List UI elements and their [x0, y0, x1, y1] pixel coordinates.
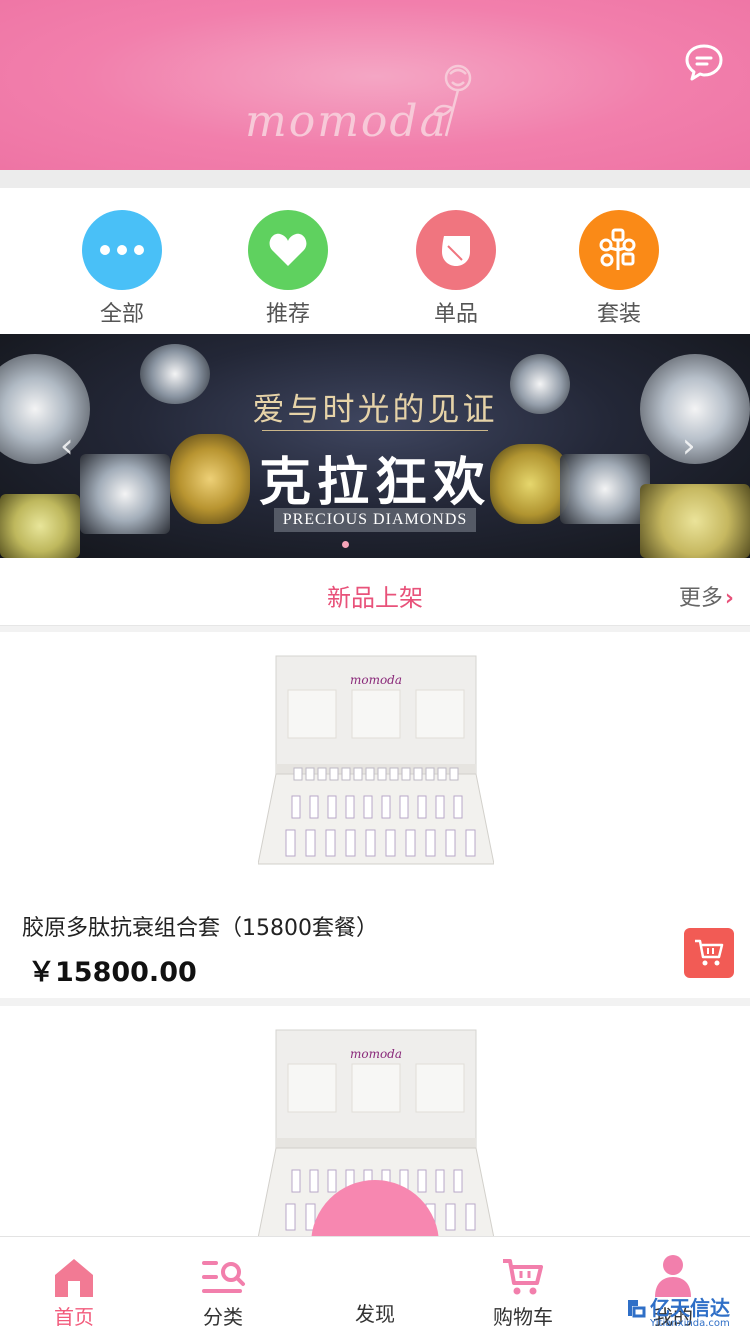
more-label: 更多 — [678, 586, 723, 611]
watermark-logo-icon — [628, 1300, 646, 1318]
chevron-left-icon[interactable]: ‹ — [60, 426, 74, 466]
chevron-right-icon: › — [724, 586, 734, 611]
banner-headline: 克拉狂欢 — [258, 452, 491, 513]
banner-title: 爱与时光的见证 — [252, 390, 498, 428]
section-title: 新品上架 — [327, 584, 423, 612]
cart-icon — [695, 939, 724, 966]
category-label: 推荐 — [265, 302, 310, 327]
category-recommend[interactable]: 推荐 — [243, 210, 333, 328]
promo-banner[interactable]: 爱与时光的见证 克拉狂欢 PRECIOUS DIAMONDS ‹ › — [0, 334, 750, 558]
heart-icon — [248, 210, 328, 290]
product-logo: momoda — [350, 673, 402, 687]
watermark-text: 亿天信达 — [650, 1296, 730, 1320]
product-name[interactable]: 胶原多肽抗衰组合套（15800套餐） — [22, 910, 378, 942]
tab-cart[interactable]: 购物车 — [468, 1247, 578, 1330]
product-card[interactable]: momoda 胶原多肽抗衰组合套（15800套餐） ￥15800.00 — [0, 632, 750, 998]
leaf-icon — [416, 210, 496, 290]
product-logo: momoda — [350, 1047, 402, 1061]
user-icon — [655, 1255, 691, 1297]
watermark-url: Yitianxinda.com — [650, 1318, 730, 1329]
category-bundle[interactable]: 套装 — [574, 210, 664, 328]
category-all[interactable]: 全部 — [77, 210, 167, 328]
category-label: 套装 — [596, 302, 641, 327]
category-nav: 全部 推荐 单品 套装 — [0, 188, 750, 334]
category-single[interactable]: 单品 — [411, 210, 501, 328]
cart-icon — [503, 1259, 543, 1295]
tab-category[interactable]: 分类 — [168, 1247, 278, 1330]
tab-label: 购物车 — [493, 1305, 553, 1329]
search-icon — [352, 1245, 398, 1291]
more-dots-icon — [82, 210, 162, 290]
category-list-icon — [202, 1261, 245, 1293]
chevron-right-icon[interactable]: › — [682, 426, 696, 466]
new-arrivals-header: 新品上架 更多› — [0, 558, 750, 626]
carousel-indicator — [342, 541, 349, 548]
more-link[interactable]: 更多› — [679, 580, 734, 612]
header-banner: momoda — [0, 0, 750, 170]
site-watermark: 亿天信达 Yitianxinda.com — [624, 1292, 750, 1334]
tab-label: 首页 — [54, 1305, 94, 1329]
product-image[interactable]: momoda — [258, 654, 494, 870]
chat-bubble-icon[interactable] — [684, 42, 724, 82]
category-label: 全部 — [99, 302, 144, 327]
divider — [0, 170, 750, 188]
product-price: ￥15800.00 — [28, 957, 197, 988]
home-icon — [55, 1259, 93, 1297]
category-label: 单品 — [433, 302, 478, 327]
tab-home[interactable]: 首页 — [19, 1247, 129, 1330]
divider — [262, 430, 488, 431]
add-to-cart-button[interactable] — [684, 928, 734, 978]
tab-label: 分类 — [203, 1305, 243, 1329]
banner-subtitle: PRECIOUS DIAMONDS — [274, 508, 476, 532]
flower-bundle-icon — [579, 210, 659, 290]
tab-discover[interactable]: 发现 — [320, 1298, 430, 1327]
brand-logo: momoda — [245, 96, 448, 147]
